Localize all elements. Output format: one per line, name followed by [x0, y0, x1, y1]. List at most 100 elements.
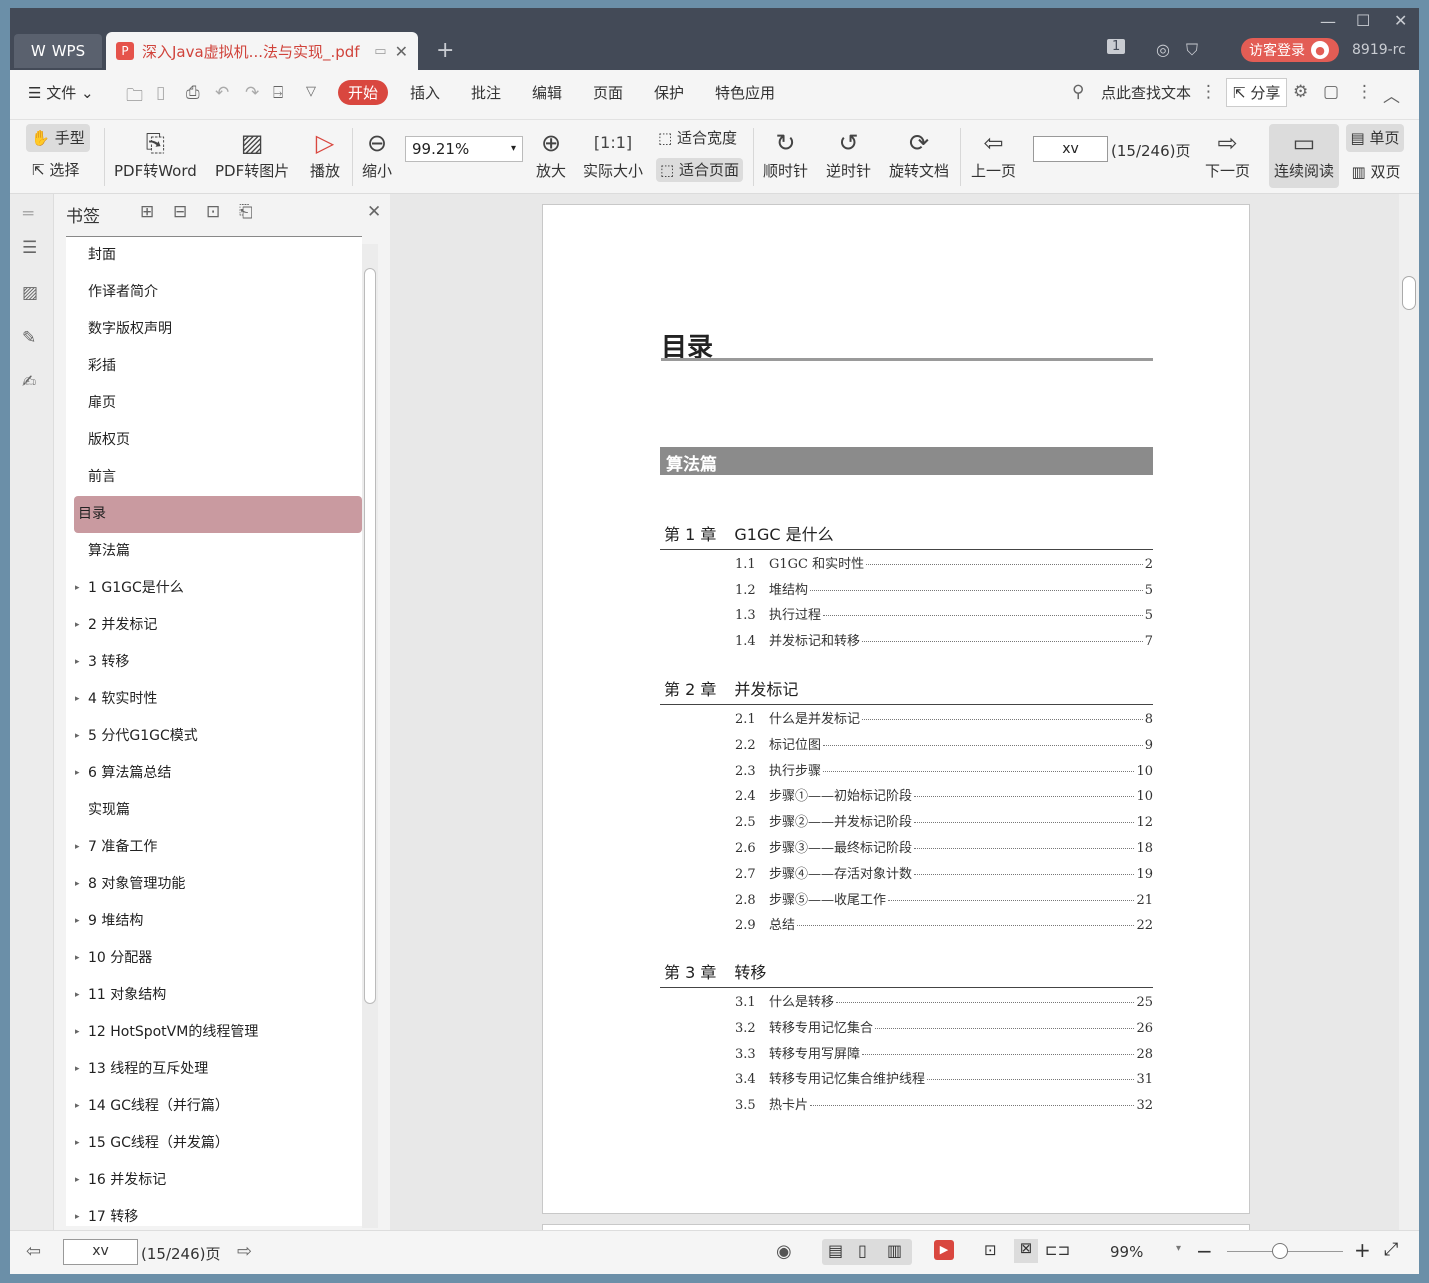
redo-icon[interactable]: ↷ — [245, 83, 259, 103]
next-page-button[interactable]: ⇨ 下一页 — [1205, 126, 1250, 181]
toc-entry[interactable]: 2.7 步骤④——存活对象计数 19 — [735, 863, 1153, 882]
window-count-badge[interactable]: 1 — [1107, 39, 1126, 54]
expand-arrow-icon[interactable]: ▸ — [75, 644, 80, 681]
expand-arrow-icon[interactable]: ▸ — [75, 1199, 80, 1226]
minimize-icon[interactable]: — — [1320, 12, 1336, 31]
play-slideshow-icon[interactable]: ▶ — [934, 1240, 954, 1260]
collapse-all-icon[interactable]: ⊟ — [173, 202, 187, 222]
share-button[interactable]: ⇱ 分享 — [1226, 78, 1288, 107]
toc-entry[interactable]: 2.8 步骤⑤——收尾工作 21 — [735, 889, 1153, 908]
zoom-select[interactable]: 99.21% ▾ — [405, 136, 523, 162]
rotate-clockwise-button[interactable]: ↻ 顺时针 — [763, 126, 808, 181]
prev-page-button[interactable]: ⇦ 上一页 — [971, 126, 1016, 181]
bookmark-item[interactable]: 算法篇 — [66, 533, 362, 570]
bookmark-item[interactable]: ▸ 15 GC线程（并发篇） — [66, 1125, 362, 1162]
toc-entry[interactable]: 3.1 什么是转移 25 — [735, 991, 1153, 1010]
expand-arrow-icon[interactable]: ▸ — [75, 903, 80, 940]
save-icon[interactable]: ▯ — [156, 83, 165, 103]
guest-login-button[interactable]: 访客登录 ● — [1241, 38, 1339, 62]
signature-icon[interactable]: ✍ — [22, 372, 36, 392]
expand-arrow-icon[interactable]: ▸ — [75, 570, 80, 607]
pdf-to-word-button[interactable]: ⎘ PDF转Word — [114, 126, 197, 181]
new-tab-icon[interactable]: + — [436, 38, 454, 63]
expand-arrow-icon[interactable]: ▸ — [75, 755, 80, 792]
fit-page-button[interactable]: ⬚ 适合页面 — [656, 158, 743, 182]
toc-entry[interactable]: 2.4 步骤①——初始标记阶段 10 — [735, 785, 1153, 804]
fit-page-icon[interactable]: ⊠ — [1014, 1239, 1038, 1263]
bookmark-item[interactable]: ▸ 2 并发标记 — [66, 607, 362, 644]
bookmark-item[interactable]: 目录 — [74, 496, 362, 533]
drag-handle-icon[interactable]: ═ — [23, 204, 33, 224]
actual-size-button[interactable]: [1:1] 实际大小 — [583, 126, 643, 181]
actual-size-icon[interactable]: ⊡ — [984, 1241, 997, 1259]
annotation-icon[interactable]: ✎ — [22, 328, 36, 348]
bookmark-item[interactable]: 前言 — [66, 459, 362, 496]
toc-entry[interactable]: 2.6 步骤③——最终标记阶段 18 — [735, 837, 1153, 856]
bookmark-item[interactable]: ▸ 14 GC线程（并行篇） — [66, 1088, 362, 1125]
bookmark-item[interactable]: ▸ 5 分代G1GC模式 — [66, 718, 362, 755]
file-menu[interactable]: ☰ 文件 ⌄ — [28, 82, 94, 103]
bookmark-item[interactable]: ▸ 3 转移 — [66, 644, 362, 681]
undo-icon[interactable]: ↶ — [215, 83, 229, 103]
eye-protect-icon[interactable]: ◉ — [776, 1241, 792, 1262]
thumbnail-icon[interactable]: ▨ — [22, 283, 38, 303]
tab-protect[interactable]: 保护 — [654, 82, 684, 103]
fit-width-icon[interactable]: ⊏⊐ — [1045, 1241, 1070, 1259]
fullscreen-icon[interactable]: ⤢ — [1384, 1239, 1398, 1260]
zoom-minus-icon[interactable]: − — [1196, 1239, 1213, 1263]
toc-chapter[interactable]: 第 1 章 G1GC 是什么 — [660, 521, 1153, 550]
tab-insert[interactable]: 插入 — [410, 82, 440, 103]
bookmark-item[interactable]: ▸ 13 线程的互斥处理 — [66, 1051, 362, 1088]
pin-icon[interactable]: ▭ — [374, 44, 386, 59]
expand-arrow-icon[interactable]: ▸ — [75, 1125, 80, 1162]
toc-chapter[interactable]: 第 2 章并发标记 — [660, 676, 1153, 705]
bookmark-item[interactable]: 实现篇 — [66, 792, 362, 829]
skin-icon[interactable]: ◎ — [1156, 40, 1170, 59]
bookmark-item[interactable]: 彩插 — [66, 348, 362, 385]
zoom-dropdown-icon[interactable]: ▾ — [1176, 1243, 1181, 1254]
search-text[interactable]: 点此查找文本 — [1101, 82, 1191, 103]
zoom-plus-icon[interactable]: + — [1354, 1238, 1371, 1262]
toc-entry[interactable]: 1.2 堆结构 5 — [735, 579, 1153, 598]
collapse-ribbon-icon[interactable]: ︿ — [1383, 82, 1400, 107]
bookmark-item[interactable]: 数字版权声明 — [66, 311, 362, 348]
expand-arrow-icon[interactable]: ▸ — [75, 977, 80, 1014]
continuous-view-icon[interactable]: ▤ — [828, 1241, 843, 1260]
expand-arrow-icon[interactable]: ▸ — [75, 940, 80, 977]
toc-entry[interactable]: 1.1 G1GC 和实时性 2 — [735, 553, 1153, 572]
next-page-icon[interactable]: ⇨ — [237, 1241, 252, 1262]
toc-entry[interactable]: 2.1 什么是并发标记 8 — [735, 708, 1153, 727]
expand-arrow-icon[interactable]: ▸ — [75, 1051, 80, 1088]
expand-arrow-icon[interactable]: ▸ — [75, 607, 80, 644]
tab-page[interactable]: 页面 — [593, 82, 623, 103]
print-icon[interactable]: ⎙ — [186, 83, 200, 103]
tab-comment[interactable]: 批注 — [471, 82, 501, 103]
search-more-icon[interactable]: ⋮ — [1200, 82, 1217, 102]
bookmark-item[interactable]: 扉页 — [66, 385, 362, 422]
bookmark-item[interactable]: 作译者简介 — [66, 274, 362, 311]
bookmark-item[interactable]: ▸ 6 算法篇总结 — [66, 755, 362, 792]
expand-arrow-icon[interactable]: ▸ — [75, 866, 80, 903]
bookmark-scroll-thumb[interactable] — [364, 268, 376, 1004]
toc-entry[interactable]: 2.2 标记位图 9 — [735, 734, 1153, 753]
document-tab[interactable]: P 深入Java虚拟机...法与实现_.pdf ▭ ✕ — [106, 32, 418, 70]
toc-entry[interactable]: 1.3 执行过程 5 — [735, 604, 1153, 623]
tab-edit[interactable]: 编辑 — [532, 82, 562, 103]
settings-icon[interactable]: ⚙ — [1293, 82, 1308, 102]
bookmark-item[interactable]: ▸ 4 软实时性 — [66, 681, 362, 718]
shirt-icon[interactable]: ⛉ — [1186, 40, 1198, 60]
toc-chapter[interactable]: 第 3 章转移 — [660, 959, 1153, 988]
close-tab-icon[interactable]: ✕ — [395, 42, 408, 61]
more-icon[interactable]: ⋮ — [1356, 82, 1373, 102]
bookmark-item[interactable]: ▸ 16 并发标记 — [66, 1162, 362, 1199]
double-view-icon[interactable]: ▥ — [887, 1241, 902, 1260]
bookmark-item[interactable]: ▸ 1 G1GC是什么 — [66, 570, 362, 607]
toc-entry[interactable]: 3.3 转移专用写屏障 28 — [735, 1043, 1153, 1062]
bookmark-item[interactable]: ▸ 9 堆结构 — [66, 903, 362, 940]
play-button[interactable]: ▷ 播放 — [310, 126, 340, 181]
toc-entry[interactable]: 3.4 转移专用记忆集合维护线程 31 — [735, 1068, 1153, 1087]
hand-tool-button[interactable]: ✋ 手型 — [26, 124, 90, 152]
toc-entry[interactable]: 2.3 执行步骤 10 — [735, 760, 1153, 779]
bookmark-list-icon[interactable]: ☰ — [22, 238, 37, 258]
prev-page-icon[interactable]: ⇦ — [26, 1241, 41, 1262]
